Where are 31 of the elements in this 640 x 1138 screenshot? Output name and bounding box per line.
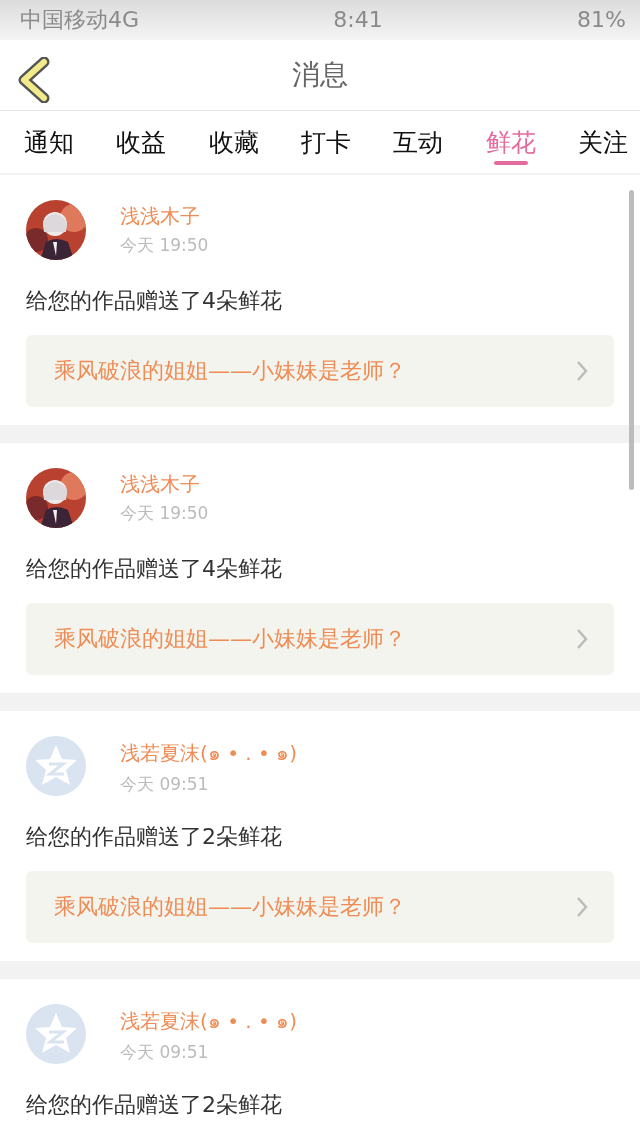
tab[interactable]: 互动 [393,111,444,173]
work-link[interactable]: 乘风破浪的姐姐——小妹妹是老师？ [26,335,614,407]
sender-name[interactable]: 浅浅木子 [120,203,209,230]
sender-name[interactable]: 浅若夏沫(๑ • . • ๑) [120,1004,297,1037]
tab[interactable]: 收益 [116,111,167,173]
message-time: 今天 19:50 [120,234,209,257]
tab[interactable]: 关注 [577,111,628,173]
work-link[interactable]: 乘风破浪的姐姐——小妹妹是老师？ [26,603,614,675]
star-avatar-icon [26,736,86,796]
message-time: 今天 09:51 [120,1040,210,1064]
tab[interactable]: 打卡 [301,111,351,173]
tab[interactable]: 通知 [24,111,74,173]
message-text: 给您的作品赠送了2朵鲜花 [26,823,283,851]
message-text: 给您的作品赠送了4朵鲜花 [26,555,283,583]
message-time: 今天 09:51 [120,772,210,796]
page-title: 消息 [292,56,348,93]
message-time: 今天 19:50 [120,502,209,525]
message-text: 给您的作品赠送了4朵鲜花 [26,287,283,315]
star-avatar-icon [26,1004,86,1064]
chevron-right-icon [576,360,588,382]
tab[interactable]: 收藏 [208,111,259,173]
work-link[interactable]: 乘风破浪的姐姐——小妹妹是老师？ [26,871,614,943]
tab[interactable]: 鲜花 [485,111,536,173]
sender-name[interactable]: 浅浅木子 [120,471,209,498]
chevron-right-icon [576,628,588,650]
clock: 8:41 [333,7,383,33]
sender-name[interactable]: 浅若夏沫(๑ • . • ๑) [120,736,297,769]
message-text: 给您的作品赠送了2朵鲜花 [26,1091,283,1119]
chevron-right-icon [576,896,588,918]
carrier-label: 中国移动4G [20,5,140,34]
battery-level: 81% [577,7,626,33]
